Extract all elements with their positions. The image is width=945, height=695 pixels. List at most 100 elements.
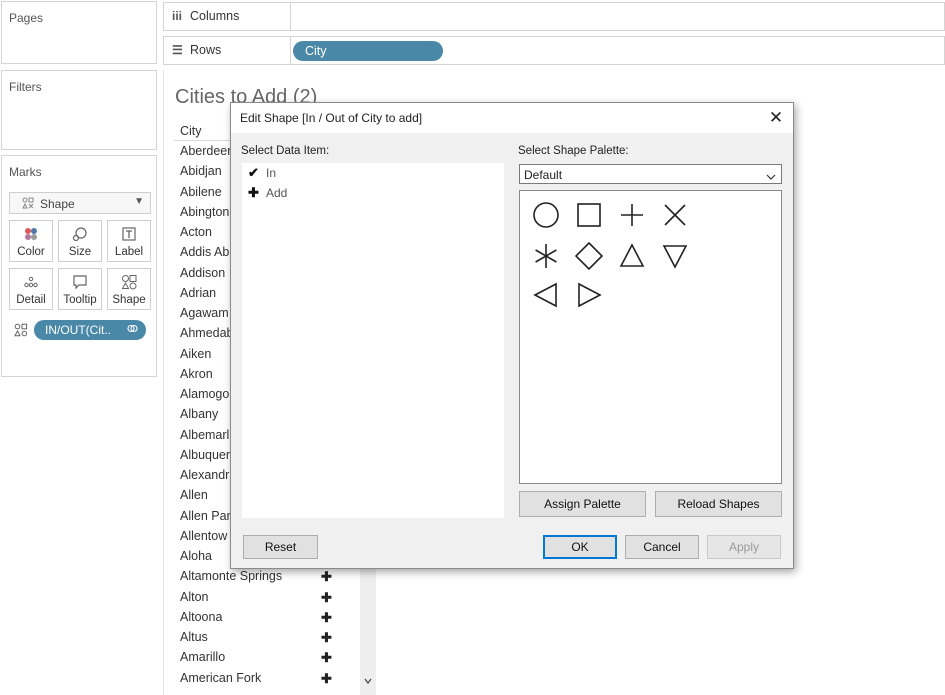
- city-name: Alton: [180, 589, 209, 604]
- apply-button[interactable]: Apply: [707, 535, 781, 559]
- plus-mark-icon: ✚: [321, 589, 332, 605]
- plus-mark-icon: ✚: [321, 609, 332, 625]
- plus-mark-icon: ✚: [321, 650, 332, 666]
- check-icon: ✔: [248, 165, 259, 180]
- detail-icon: [10, 274, 52, 290]
- city-row[interactable]: American Fork ✚: [180, 669, 380, 689]
- data-item-list: ✔ In ✚ Add: [242, 163, 504, 518]
- detail-label: Detail: [16, 294, 46, 306]
- color-dots-icon: [10, 226, 52, 242]
- data-item-label: Add: [266, 186, 288, 200]
- city-name: Aiken: [180, 346, 212, 361]
- pages-title: Pages: [9, 11, 44, 25]
- size-button[interactable]: Size: [58, 220, 102, 262]
- plus-mark-icon: ✚: [321, 670, 332, 686]
- city-pill-label: City: [305, 44, 327, 58]
- in-out-city-pill[interactable]: IN/OUT(Cit..: [34, 320, 146, 340]
- plus-mark-icon: ✚: [321, 569, 332, 585]
- data-item-label: In: [266, 166, 277, 180]
- reset-button[interactable]: Reset: [243, 535, 318, 559]
- city-name: Ahmedab: [180, 326, 234, 341]
- label-button[interactable]: Label: [107, 220, 151, 262]
- rows-icon: ☰: [172, 43, 183, 57]
- city-row[interactable]: Altamonte Springs ✚: [180, 567, 380, 587]
- shape-button[interactable]: Shape: [107, 268, 151, 310]
- color-label: Color: [17, 246, 45, 258]
- city-name: Allentow: [180, 528, 228, 543]
- city-name: Akron: [180, 366, 213, 381]
- triangle-up-shape[interactable]: [614, 238, 650, 274]
- triangle-left-shape[interactable]: [528, 277, 564, 313]
- size-label: Size: [68, 246, 92, 258]
- shape-grid: [519, 190, 782, 484]
- dialog-titlebar[interactable]: Edit Shape [In / Out of City to add] ✕: [231, 103, 793, 133]
- city-name: Abington: [180, 204, 230, 219]
- city-name: Altamonte Springs: [180, 569, 283, 584]
- palette-value: Default: [524, 168, 563, 182]
- city-name: Allen Par: [180, 508, 231, 523]
- city-name: Allen: [180, 488, 208, 503]
- tooltip-icon: [59, 274, 101, 290]
- scroll-down-arrow-icon[interactable]: [361, 676, 375, 690]
- triangle-right-shape[interactable]: [571, 277, 607, 313]
- city-name: Adrian: [180, 285, 217, 300]
- plus-shape[interactable]: [614, 197, 650, 233]
- triangle-down-shape[interactable]: [657, 238, 693, 274]
- in-out-city-pill-label: IN/OUT(Cit..: [45, 323, 111, 337]
- assign-palette-button[interactable]: Assign Palette: [519, 491, 646, 517]
- label-label: Label: [114, 246, 144, 258]
- diamond-shape[interactable]: [571, 238, 607, 274]
- city-pill[interactable]: City: [293, 41, 443, 61]
- city-name: Acton: [180, 225, 212, 239]
- columns-shelf[interactable]: iii Columns: [163, 2, 945, 31]
- label-icon: [108, 226, 150, 242]
- city-column-header[interactable]: City: [180, 124, 202, 138]
- shape-mark-icon: [22, 197, 34, 212]
- city-name: Albemarl: [180, 427, 230, 442]
- marks-pane: Marks Shape ▼ Color Size Label Detail To…: [1, 155, 157, 377]
- color-button[interactable]: Color: [9, 220, 53, 262]
- city-name: Alexandr: [180, 468, 230, 482]
- reload-shapes-button[interactable]: Reload Shapes: [655, 491, 782, 517]
- size-icon: [59, 226, 101, 242]
- city-row[interactable]: Altus ✚: [180, 628, 380, 648]
- palette-dropdown[interactable]: Default: [519, 164, 782, 184]
- close-icon[interactable]: ✕: [763, 106, 789, 130]
- plus-icon: ✚: [248, 185, 259, 200]
- shape-encoding-icon: [14, 323, 28, 340]
- plus-mark-icon: ✚: [321, 630, 332, 645]
- tooltip-button[interactable]: Tooltip: [58, 268, 102, 310]
- detail-button[interactable]: Detail: [9, 268, 53, 310]
- mark-type-dropdown[interactable]: Shape ▼: [9, 192, 151, 214]
- ok-button[interactable]: OK: [543, 535, 617, 559]
- pages-pane[interactable]: Pages: [1, 1, 157, 64]
- rows-shelf[interactable]: ☰ Rows City: [163, 36, 945, 65]
- city-name: American Fork: [180, 670, 262, 685]
- cancel-button[interactable]: Cancel: [625, 535, 699, 559]
- square-shape[interactable]: [571, 197, 607, 233]
- city-row[interactable]: Amarillo ✚: [180, 648, 380, 668]
- city-row[interactable]: Altoona ✚: [180, 608, 380, 628]
- city-name: Albuquer: [180, 447, 231, 462]
- set-link-icon: [127, 323, 138, 337]
- cross-shape[interactable]: [657, 197, 693, 233]
- city-row[interactable]: Alton ✚: [180, 588, 380, 608]
- select-palette-label: Select Shape Palette:: [518, 145, 629, 157]
- city-name: Altoona: [180, 609, 223, 624]
- columns-icon: iii: [172, 9, 183, 23]
- columns-shelf-label: iii Columns: [164, 3, 291, 30]
- mark-type-label: Shape: [40, 197, 75, 211]
- shape-icon: [108, 274, 150, 290]
- city-name: Aloha: [180, 549, 212, 563]
- city-name: Agawam: [180, 306, 229, 320]
- asterisk-shape[interactable]: [528, 238, 564, 274]
- dialog-title: Edit Shape [In / Out of City to add]: [240, 111, 423, 125]
- rows-label: Rows: [190, 43, 222, 57]
- filters-pane[interactable]: Filters: [1, 70, 157, 150]
- circle-shape[interactable]: [528, 197, 564, 233]
- city-name: Alamogo: [180, 387, 230, 401]
- city-name: Albany: [180, 407, 219, 422]
- city-name: Abilene: [180, 184, 222, 199]
- city-name: Altus: [180, 630, 208, 644]
- city-name: Amarillo: [180, 650, 226, 665]
